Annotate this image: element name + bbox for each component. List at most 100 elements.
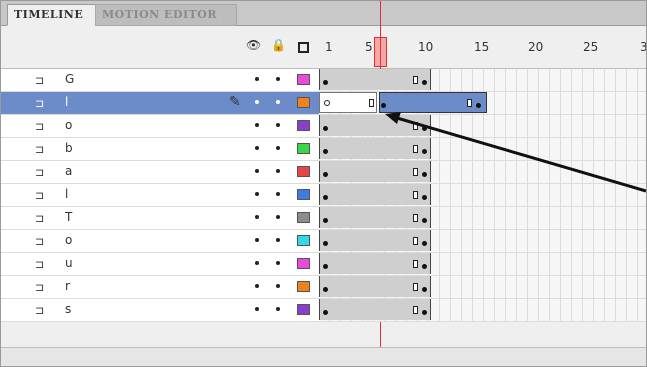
- visibility-dot[interactable]: [255, 100, 259, 104]
- visibility-dot[interactable]: [255, 77, 259, 81]
- keyframe[interactable]: [323, 264, 328, 269]
- keyframe[interactable]: [323, 218, 328, 223]
- layer-icon: ⊐: [35, 212, 45, 225]
- layer-color-swatch[interactable]: [297, 189, 310, 200]
- layer-name[interactable]: T: [65, 210, 72, 224]
- layer-icon: ⊐: [35, 235, 45, 248]
- keyframe[interactable]: [422, 195, 427, 200]
- layer-icon: ⊐: [35, 74, 45, 87]
- visibility-dot[interactable]: [255, 307, 259, 311]
- tab-motion-editor[interactable]: MOTION EDITOR: [95, 4, 237, 26]
- keyframe[interactable]: [422, 218, 427, 223]
- keyframe[interactable]: [422, 264, 427, 269]
- span-end: [467, 99, 472, 107]
- visibility-dot[interactable]: [255, 238, 259, 242]
- keyframe[interactable]: [422, 172, 427, 177]
- layer-name[interactable]: b: [65, 141, 73, 155]
- eye-icon[interactable]: 👁: [246, 38, 261, 52]
- keyframe[interactable]: [323, 172, 328, 177]
- keyframe[interactable]: [381, 103, 386, 108]
- ruler-label-10: 10: [418, 40, 434, 54]
- lock-dot[interactable]: [276, 146, 280, 150]
- layer-row[interactable]: ⊐ o: [1, 230, 646, 253]
- tab-timeline[interactable]: TIMELINE: [7, 4, 101, 26]
- layer-row[interactable]: ⊐ b: [1, 138, 646, 161]
- layer-row[interactable]: ⊐ o: [1, 115, 646, 138]
- layer-row[interactable]: ⊐ s: [1, 299, 646, 322]
- layer-row[interactable]: ⊐ T: [1, 207, 646, 230]
- lock-dot[interactable]: [276, 307, 280, 311]
- visibility-dot[interactable]: [255, 146, 259, 150]
- keyframe[interactable]: [323, 149, 328, 154]
- layer-color-swatch[interactable]: [297, 74, 310, 85]
- visibility-dot[interactable]: [255, 123, 259, 127]
- empty-keyframe[interactable]: [324, 100, 330, 106]
- tab-bar: TIMELINE MOTION EDITOR: [1, 1, 646, 26]
- frame-cells[interactable]: [319, 299, 646, 321]
- lock-dot[interactable]: [276, 100, 280, 104]
- frame-cells[interactable]: [319, 276, 646, 298]
- visibility-dot[interactable]: [255, 284, 259, 288]
- lock-dot[interactable]: [276, 238, 280, 242]
- keyframe[interactable]: [323, 310, 328, 315]
- layer-row[interactable]: ⊐ r: [1, 276, 646, 299]
- layer-name[interactable]: l: [65, 95, 68, 109]
- frame-cells[interactable]: [319, 115, 646, 137]
- keyframe[interactable]: [422, 149, 427, 154]
- layer-name[interactable]: u: [65, 256, 73, 270]
- layer-color-swatch[interactable]: [297, 304, 310, 315]
- keyframe[interactable]: [323, 287, 328, 292]
- frame-cells[interactable]: [319, 230, 646, 252]
- lock-dot[interactable]: [276, 169, 280, 173]
- visibility-dot[interactable]: [255, 169, 259, 173]
- layer-row[interactable]: ⊐ a: [1, 161, 646, 184]
- layer-color-swatch[interactable]: [297, 212, 310, 223]
- layer-name[interactable]: a: [65, 164, 72, 178]
- frame-cells[interactable]: [319, 69, 646, 91]
- ruler-label-5: 5: [365, 40, 373, 54]
- layer-color-swatch[interactable]: [297, 97, 310, 108]
- keyframe[interactable]: [323, 126, 328, 131]
- keyframe[interactable]: [422, 310, 427, 315]
- visibility-dot[interactable]: [255, 261, 259, 265]
- frame-cells[interactable]: [319, 138, 646, 160]
- layer-name[interactable]: G: [65, 72, 74, 86]
- keyframe[interactable]: [422, 126, 427, 131]
- keyframe[interactable]: [323, 80, 328, 85]
- layer-color-swatch[interactable]: [297, 143, 310, 154]
- frame-cells[interactable]: [319, 207, 646, 229]
- layer-name[interactable]: o: [65, 233, 72, 247]
- lock-dot[interactable]: [276, 123, 280, 127]
- layer-name[interactable]: o: [65, 118, 72, 132]
- layer-name[interactable]: l: [65, 187, 68, 201]
- layer-row[interactable]: ⊐ l: [1, 184, 646, 207]
- keyframe[interactable]: [422, 241, 427, 246]
- layer-color-swatch[interactable]: [297, 281, 310, 292]
- outline-icon[interactable]: [298, 42, 309, 53]
- keyframe[interactable]: [422, 80, 427, 85]
- frame-cells[interactable]: [319, 184, 646, 206]
- layer-row[interactable]: ⊐ u: [1, 253, 646, 276]
- layer-row[interactable]: ⊐ G: [1, 69, 646, 92]
- visibility-dot[interactable]: [255, 215, 259, 219]
- lock-dot[interactable]: [276, 192, 280, 196]
- visibility-dot[interactable]: [255, 192, 259, 196]
- layer-color-swatch[interactable]: [297, 235, 310, 246]
- lock-dot[interactable]: [276, 284, 280, 288]
- layer-color-swatch[interactable]: [297, 120, 310, 131]
- layer-color-swatch[interactable]: [297, 258, 310, 269]
- lock-dot[interactable]: [276, 261, 280, 265]
- keyframe[interactable]: [323, 195, 328, 200]
- layer-color-swatch[interactable]: [297, 166, 310, 177]
- layer-name[interactable]: s: [65, 302, 71, 316]
- lock-dot[interactable]: [276, 215, 280, 219]
- lock-icon[interactable]: 🔒: [271, 38, 286, 52]
- frame-cells[interactable]: [319, 253, 646, 275]
- keyframe[interactable]: [323, 241, 328, 246]
- keyframe[interactable]: [422, 287, 427, 292]
- layer-row-selected[interactable]: ⊐ l ✎: [1, 92, 646, 115]
- lock-dot[interactable]: [276, 77, 280, 81]
- keyframe[interactable]: [476, 103, 481, 108]
- layer-name[interactable]: r: [65, 279, 70, 293]
- frame-cells[interactable]: [319, 161, 646, 183]
